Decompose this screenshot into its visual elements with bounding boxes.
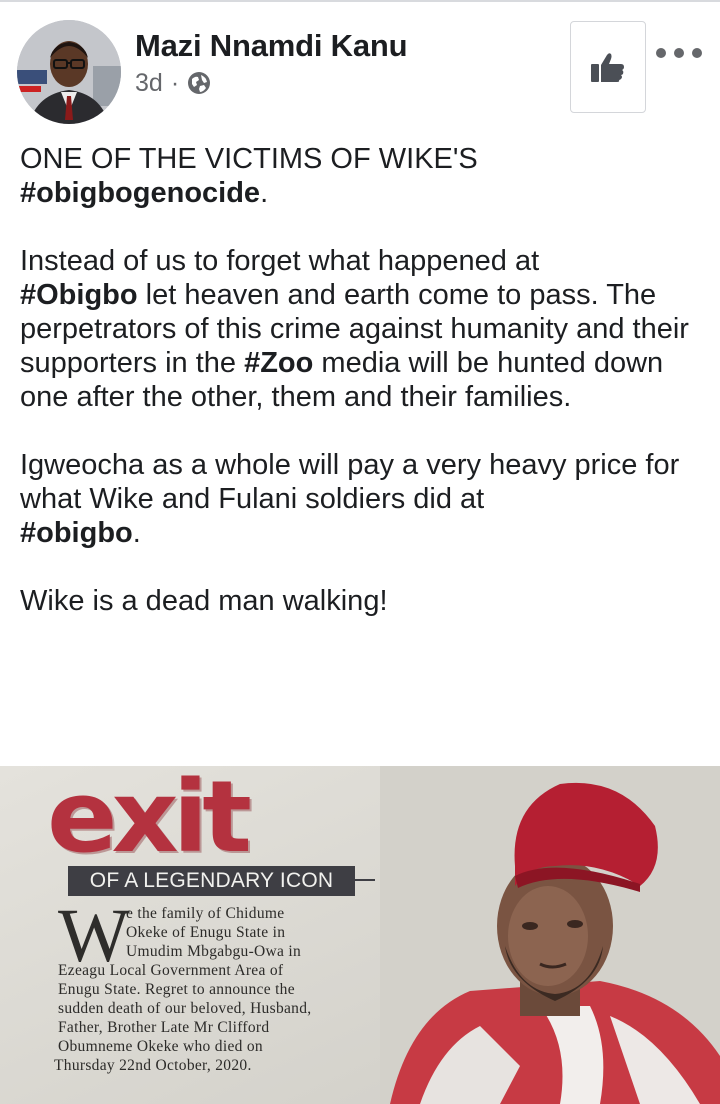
paragraph-text: Instead of us to forget what happened at — [20, 245, 540, 277]
thumbs-up-icon — [591, 53, 624, 82]
notice-line: Obumneme Okeke who died on — [58, 1038, 263, 1055]
notice-banner: OF A LEGENDARY ICON — [68, 866, 355, 896]
post-header: Mazi Nnamdi Kanu 3d · — [0, 0, 720, 130]
notice-line: Father, Brother Late Mr Clifford — [58, 1019, 270, 1036]
notice-line: Okeke of Enugu State in — [126, 924, 286, 941]
more-dot — [674, 48, 684, 58]
hashtag-obigbogenocide[interactable]: #obigbogenocide — [20, 177, 260, 209]
notice-line: sudden death of our beloved, Husband, — [58, 1000, 312, 1017]
post-meta: 3d · — [135, 68, 211, 98]
avatar-photo — [17, 20, 121, 124]
notice-dropcap: W — [58, 894, 130, 978]
punctuation: . — [260, 177, 269, 209]
globe-icon — [188, 72, 211, 94]
like-button[interactable] — [570, 21, 646, 113]
author-name[interactable]: Mazi Nnamdi Kanu — [135, 28, 408, 64]
paragraph-text: ONE OF THE VICTIMS OF WIKE'S — [20, 143, 478, 175]
post-paragraph-3: Igweocha as a whole will pay a very heav… — [20, 448, 710, 550]
notice-line: e the family of Chidume — [126, 905, 285, 922]
more-dot — [656, 48, 666, 58]
meta-separator: · — [170, 68, 180, 97]
hashtag-zoo[interactable]: #Zoo — [244, 347, 313, 379]
avatar[interactable] — [17, 20, 121, 124]
paragraph-text: Igweocha as a whole will pay a very heav… — [20, 449, 680, 515]
hashtag-obigbo[interactable]: #Obigbo — [20, 279, 138, 311]
punctuation: . — [132, 517, 141, 549]
post-paragraph-4: Wike is a dead man walking! — [20, 585, 388, 617]
banner-rule — [355, 879, 375, 881]
post-time[interactable]: 3d — [135, 69, 163, 98]
notice-line: Thursday 22nd October, 2020. — [54, 1057, 252, 1074]
notice-line: Umudim Mbgabgu-Owa in — [126, 943, 302, 960]
more-dot — [692, 48, 702, 58]
more-options-icon[interactable] — [656, 40, 702, 66]
post-text: ONE OF THE VICTIMS OF WIKE'S #obigbogenoc… — [20, 142, 710, 618]
notice-line: Enugu State. Regret to announce the — [58, 981, 295, 998]
notice-line: Ezeagu Local Government Area of — [58, 962, 284, 979]
hashtag-obigbo-2[interactable]: #obigbo — [20, 517, 133, 549]
notice-headline: exit — [47, 759, 252, 875]
post-paragraph-2: Instead of us to forget what happened at… — [20, 244, 710, 414]
post-paragraph-1: ONE OF THE VICTIMS OF WIKE'S #obigbogenoc… — [20, 142, 710, 210]
